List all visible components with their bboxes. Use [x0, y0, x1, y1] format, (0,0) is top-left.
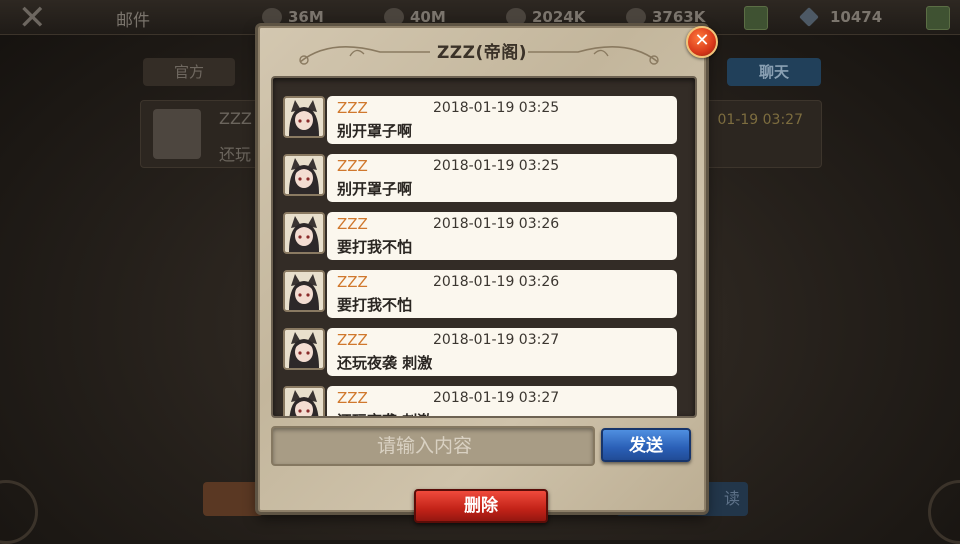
message-text: 要打我不怕: [337, 238, 413, 256]
message-text: 别开罩子啊: [337, 122, 413, 140]
add-gem-button[interactable]: [926, 6, 950, 30]
scroll-icon: [153, 109, 201, 159]
sender-name[interactable]: ZZZ: [337, 331, 368, 349]
gem-icon: [799, 7, 819, 27]
delete-button[interactable]: 删除: [414, 489, 548, 523]
message-time: 2018-01-19 03:25: [433, 158, 560, 174]
resource-value: 3763K: [652, 8, 706, 26]
message-list[interactable]: ZZZ 2018-01-19 03:25 别开罩子啊 ZZZ 2018-01-1…: [271, 76, 697, 418]
avatar[interactable]: [283, 270, 325, 312]
mail-preview: 还玩: [219, 145, 252, 164]
resource-wood: 2024K: [506, 7, 585, 27]
avatar[interactable]: [283, 386, 325, 416]
chat-message: ZZZ 2018-01-19 03:27 还玩夜袭 刺激: [283, 386, 679, 416]
message-bubble: ZZZ 2018-01-19 03:25 别开罩子啊: [327, 96, 677, 144]
sender-name[interactable]: ZZZ: [337, 273, 368, 291]
add-resource-button[interactable]: [744, 6, 768, 30]
chat-message: ZZZ 2018-01-19 03:26 要打我不怕: [283, 270, 679, 320]
resource-ore: 40M: [384, 7, 446, 27]
message-text: 还玩夜袭 刺激: [337, 410, 432, 416]
message-time: 2018-01-19 03:26: [433, 274, 560, 290]
message-bubble: ZZZ 2018-01-19 03:25 别开罩子啊: [327, 154, 677, 202]
avatar[interactable]: [283, 328, 325, 370]
wood-icon: [506, 8, 526, 26]
food-icon: [626, 8, 646, 26]
mail-time: 01-19 03:27: [717, 112, 803, 128]
message-text: 还玩夜袭 刺激: [337, 354, 433, 372]
resource-value: 10474: [830, 8, 883, 26]
message-time: 2018-01-19 03:27: [433, 390, 560, 406]
message-bubble: ZZZ 2018-01-19 03:27 还玩夜袭 刺激: [327, 328, 677, 376]
avatar[interactable]: [283, 96, 325, 138]
coin-bag-icon: [262, 8, 282, 26]
send-button[interactable]: 发送: [601, 428, 691, 462]
cat-girl-avatar-icon: [285, 272, 323, 310]
tab-chat[interactable]: 聊天: [727, 58, 821, 86]
chat-message: ZZZ 2018-01-19 03:27 还玩夜袭 刺激: [283, 328, 679, 378]
cat-girl-avatar-icon: [285, 98, 323, 136]
mail-title: 邮件: [116, 11, 150, 31]
message-text: 要打我不怕: [337, 296, 413, 314]
sender-name[interactable]: ZZZ: [337, 157, 368, 175]
message-time: 2018-01-19 03:27: [433, 332, 560, 348]
resource-gem: 10474: [799, 7, 883, 27]
close-dialog-button[interactable]: ✕: [686, 26, 718, 58]
sender-name[interactable]: ZZZ: [337, 389, 368, 407]
message-time: 2018-01-19 03:25: [433, 100, 560, 116]
sender-name[interactable]: ZZZ: [337, 99, 368, 117]
tab-official[interactable]: 官方: [143, 58, 235, 86]
sender-name[interactable]: ZZZ: [337, 215, 368, 233]
message-input[interactable]: 请输入内容: [271, 426, 595, 466]
avatar[interactable]: [283, 212, 325, 254]
cat-girl-avatar-icon: [285, 156, 323, 194]
dialog-title: ZZZ(帝阁): [436, 43, 528, 63]
message-bubble: ZZZ 2018-01-19 03:26 要打我不怕: [327, 212, 677, 260]
avatar[interactable]: [283, 154, 325, 196]
message-bubble: ZZZ 2018-01-19 03:27 还玩夜袭 刺激: [327, 386, 677, 416]
resource-value: 2024K: [532, 8, 586, 26]
back-close-icon[interactable]: ✕: [18, 1, 58, 35]
mail-sender: ZZZ: [219, 109, 252, 128]
resource-value: 40M: [410, 8, 446, 26]
cat-girl-avatar-icon: [285, 330, 323, 368]
cat-girl-avatar-icon: [285, 388, 323, 416]
ore-icon: [384, 8, 404, 26]
message-bubble: ZZZ 2018-01-19 03:26 要打我不怕: [327, 270, 677, 318]
message-time: 2018-01-19 03:26: [433, 216, 560, 232]
resource-coin: 36M: [262, 7, 324, 27]
bg-action-button[interactable]: [203, 482, 263, 516]
message-text: 别开罩子啊: [337, 180, 413, 198]
chat-dialog: ZZZ(帝阁) ✕ ZZZ 2018-01-19 03:25 别开罩子啊 ZZZ…: [258, 26, 718, 512]
chat-message: ZZZ 2018-01-19 03:25 别开罩子啊: [283, 154, 679, 204]
cat-girl-avatar-icon: [285, 214, 323, 252]
resource-value: 36M: [288, 8, 324, 26]
chat-message: ZZZ 2018-01-19 03:25 别开罩子啊: [283, 96, 679, 146]
chat-message: ZZZ 2018-01-19 03:26 要打我不怕: [283, 212, 679, 262]
resource-food: 3763K: [626, 7, 705, 27]
